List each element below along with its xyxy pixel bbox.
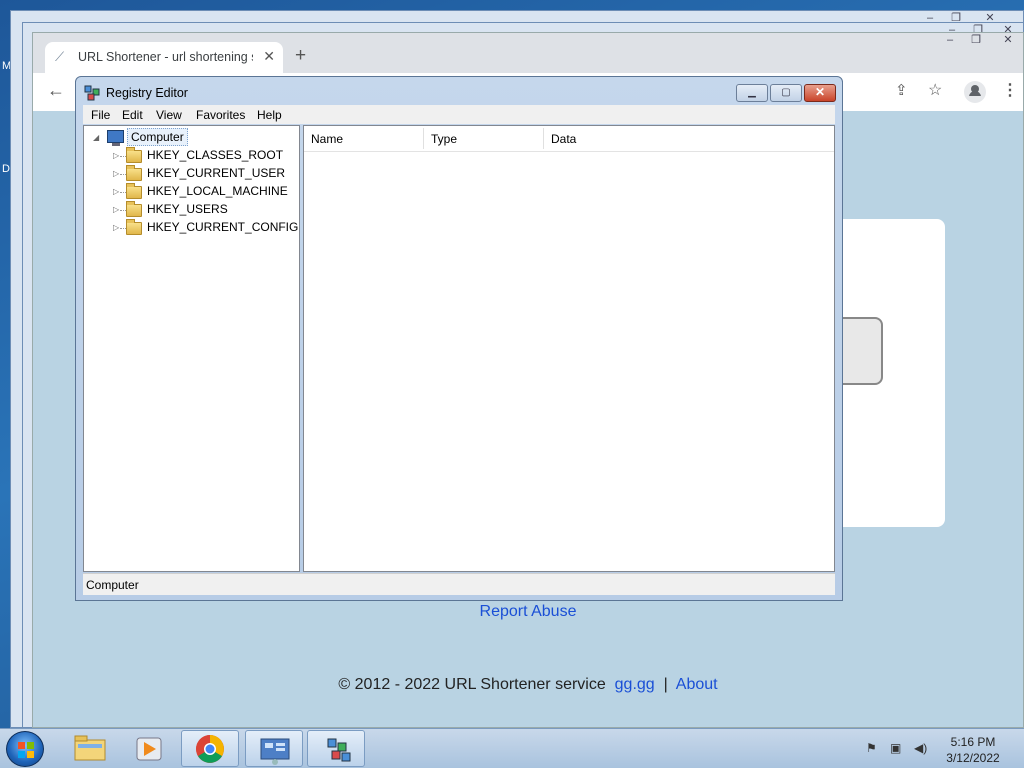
menu-icon[interactable]: ⋮ bbox=[1002, 80, 1018, 100]
back-icon[interactable]: ← bbox=[47, 80, 65, 101]
close-button[interactable]: ✕ bbox=[804, 84, 836, 102]
menu-bar: File Edit View Favorites Help bbox=[83, 105, 835, 124]
folder-icon bbox=[126, 165, 142, 181]
folder-icon bbox=[126, 147, 142, 163]
expand-arrow-icon[interactable]: ▷ bbox=[113, 151, 119, 160]
footer-separator: | bbox=[663, 676, 668, 693]
folder-icon bbox=[126, 183, 142, 199]
folder-icon bbox=[126, 201, 142, 217]
expand-arrow-icon[interactable]: ▷ bbox=[113, 205, 119, 214]
column-header-data[interactable]: Data bbox=[544, 128, 834, 149]
windows-logo-icon bbox=[18, 742, 34, 758]
expand-arrow-icon[interactable]: ▷ bbox=[113, 169, 119, 178]
new-tab-button[interactable]: + bbox=[295, 45, 306, 67]
taskbar-control-panel-button[interactable] bbox=[245, 730, 303, 767]
folder-icon bbox=[74, 735, 106, 761]
collapse-arrow-icon[interactable]: ◢ bbox=[93, 133, 99, 142]
minimize-button[interactable]: ▁ bbox=[736, 84, 768, 102]
bookmark-star-icon[interactable]: ☆ bbox=[928, 80, 942, 100]
start-button[interactable] bbox=[6, 731, 44, 767]
clock-date: 3/12/2022 bbox=[946, 751, 1000, 765]
window-title: Registry Editor bbox=[106, 86, 188, 100]
tree-item-hkey-users[interactable]: HKEY_USERS bbox=[147, 202, 228, 216]
close-icon[interactable]: ✕ bbox=[995, 33, 1021, 49]
tree-item-hkey-classes-root[interactable]: HKEY_CLASSES_ROOT bbox=[147, 148, 283, 162]
control-panel-icon bbox=[260, 738, 290, 765]
copyright-text: © 2012 - 2022 URL Shortener service bbox=[338, 676, 606, 693]
footer: © 2012 - 2022 URL Shortener service gg.g… bbox=[33, 676, 1023, 694]
menu-file[interactable]: File bbox=[91, 108, 110, 122]
menu-favorites[interactable]: Favorites bbox=[196, 108, 245, 122]
profile-icon[interactable] bbox=[964, 81, 986, 103]
taskbar-chrome-button[interactable] bbox=[181, 730, 239, 767]
desktop-label: D bbox=[2, 163, 10, 175]
taskbar: ⚑ ▣ ◀) 5:16 PM 3/12/2022 bbox=[0, 728, 1024, 768]
key-tree[interactable]: ◢ Computer ▷ HKEY_CLASSES_ROOT ▷ HKEY_CU… bbox=[83, 125, 300, 572]
chrome-icon bbox=[196, 735, 224, 763]
link-icon: ⟋ bbox=[55, 49, 65, 64]
taskbar-media-player-button[interactable] bbox=[120, 730, 178, 767]
minimize-icon[interactable]: – bbox=[937, 33, 963, 49]
menu-help[interactable]: Help bbox=[257, 108, 282, 122]
tab-title: URL Shortener - url shortening s bbox=[78, 50, 253, 64]
tree-item-computer[interactable]: Computer bbox=[127, 128, 188, 146]
network-icon[interactable]: ▣ bbox=[890, 741, 901, 755]
share-icon[interactable]: ⇪ bbox=[895, 81, 908, 99]
tree-item-hkey-current-config[interactable]: HKEY_CURRENT_CONFIG bbox=[147, 220, 298, 234]
gg-link[interactable]: gg.gg bbox=[615, 676, 655, 693]
tree-item-hkey-local-machine[interactable]: HKEY_LOCAL_MACHINE bbox=[147, 184, 288, 198]
media-player-icon bbox=[136, 737, 162, 761]
browser-tab[interactable]: ⟋ URL Shortener - url shortening s ✕ bbox=[45, 42, 283, 73]
expand-arrow-icon[interactable]: ▷ bbox=[113, 223, 119, 232]
volume-icon[interactable]: ◀) bbox=[914, 741, 927, 755]
registry-editor-window: Registry Editor ▁ ▢ ✕ File Edit View Fav… bbox=[75, 76, 843, 601]
action-center-icon[interactable]: ⚑ bbox=[866, 741, 877, 755]
tab-close-icon[interactable]: ✕ bbox=[263, 48, 275, 65]
registry-editor-icon bbox=[327, 738, 351, 762]
maximize-icon[interactable]: ❐ bbox=[963, 33, 989, 49]
status-bar: Computer bbox=[83, 573, 835, 595]
menu-view[interactable]: View bbox=[156, 108, 182, 122]
column-header-type[interactable]: Type bbox=[424, 128, 544, 149]
expand-arrow-icon[interactable]: ▷ bbox=[113, 187, 119, 196]
menu-edit[interactable]: Edit bbox=[122, 108, 143, 122]
about-link[interactable]: About bbox=[676, 676, 718, 693]
tree-item-hkey-current-user[interactable]: HKEY_CURRENT_USER bbox=[147, 166, 285, 180]
taskbar-regedit-button[interactable] bbox=[307, 730, 365, 767]
maximize-button[interactable]: ▢ bbox=[770, 84, 802, 102]
values-list[interactable]: Name Type Data bbox=[303, 125, 835, 572]
column-header-name[interactable]: Name bbox=[304, 128, 424, 149]
system-clock[interactable]: 5:16 PM 3/12/2022 bbox=[938, 734, 1008, 766]
clock-time: 5:16 PM bbox=[950, 735, 996, 749]
folder-icon bbox=[126, 219, 142, 235]
taskbar-explorer-button[interactable] bbox=[60, 730, 118, 767]
computer-icon bbox=[107, 130, 124, 146]
registry-editor-icon bbox=[84, 85, 100, 101]
report-abuse-link[interactable]: Report Abuse bbox=[33, 603, 1023, 621]
